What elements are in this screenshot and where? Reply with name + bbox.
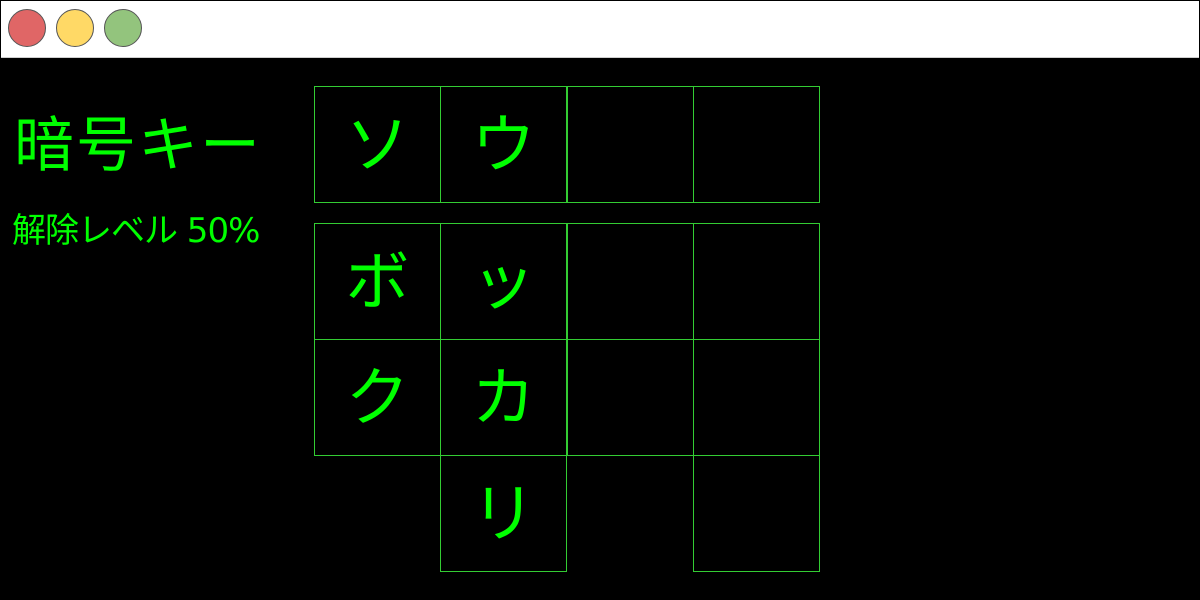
cipher-cell-r2-c1[interactable]: ボ	[314, 223, 441, 340]
unlock-level-status: 解除レベル 50%	[12, 211, 260, 251]
cipher-cell-r1-c4[interactable]	[693, 86, 820, 203]
cipher-cell-r1-c3[interactable]	[567, 86, 694, 203]
cipher-cell-r3-c4[interactable]	[693, 339, 820, 456]
cipher-cell-r4-c4[interactable]	[693, 455, 820, 572]
cipher-cell-r2-c3[interactable]	[567, 223, 694, 340]
cipher-cell-r4-c2[interactable]: リ	[440, 455, 567, 572]
cipher-key-title: 暗号キー	[14, 111, 262, 181]
maximize-button[interactable]	[104, 9, 142, 47]
close-button[interactable]	[8, 9, 46, 47]
game-window: 暗号キー 解除レベル 50% ソウボックカリ	[0, 0, 1200, 600]
cipher-cell-r2-c2[interactable]: ッ	[440, 223, 567, 340]
window-titlebar	[1, 1, 1199, 58]
cipher-cell-r1-c2[interactable]: ウ	[440, 86, 567, 203]
cipher-cell-r1-c1[interactable]: ソ	[314, 86, 441, 203]
minimize-button[interactable]	[56, 9, 94, 47]
cipher-cell-r3-c1[interactable]: ク	[314, 339, 441, 456]
cipher-cell-r3-c2[interactable]: カ	[440, 339, 567, 456]
cipher-cell-r3-c3[interactable]	[567, 339, 694, 456]
cipher-cell-r2-c4[interactable]	[693, 223, 820, 340]
